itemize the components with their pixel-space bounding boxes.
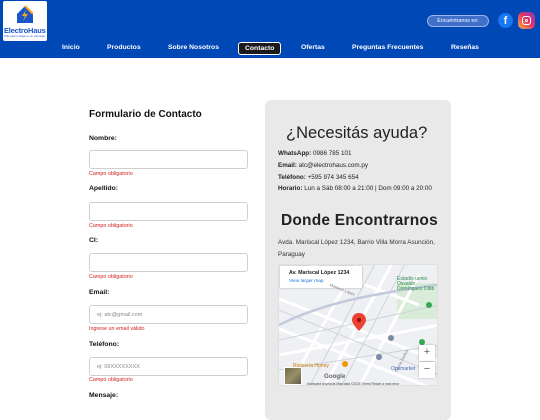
nombre-error: Campo obligatorio [89, 171, 133, 177]
zoom-out-button[interactable]: − [419, 362, 435, 378]
phone-number: +595 974 345 654 [307, 174, 359, 181]
map-place-card: Av. Mariscal López 1234 View larger map [280, 266, 362, 288]
telefono-error: Campo obligatorio [89, 377, 133, 383]
hours-info: Horario: Lun a Sáb 08:00 a 21:00 | Dom 0… [278, 185, 446, 193]
telefono-label: Teléfono: [89, 341, 120, 348]
whatsapp-label: WhatsApp: [278, 150, 312, 157]
nav-sobre-nosotros[interactable]: Sobre Nosotros [168, 44, 219, 51]
nav-contacto[interactable]: Contacto [238, 42, 282, 55]
email-address: atc@electrohaus.com.py [298, 162, 369, 169]
nombre-label: Nombre: [89, 135, 117, 142]
instagram-icon[interactable] [518, 12, 535, 29]
telefono-input[interactable] [89, 357, 248, 376]
help-title: ¿Necesitás ayuda? [286, 124, 428, 142]
ci-input[interactable] [89, 253, 248, 272]
social-label: Encuéntranos en: [427, 15, 489, 27]
electrohaus-logo[interactable]: ElectroHaus Todo para tu hogar en un sol… [3, 1, 47, 41]
map-footer: Keyboard shortcuts Map data ©2025 Terms … [307, 382, 400, 386]
google-logo: Google [324, 373, 346, 380]
form-title: Formulario de Contacto [89, 109, 202, 120]
zoom-in-button[interactable]: + [419, 345, 435, 361]
site-header: ElectroHaus Todo para tu hogar en un sol… [0, 0, 540, 58]
nav-inicio[interactable]: Inicio [62, 44, 80, 51]
map-satellite-toggle[interactable] [284, 367, 302, 385]
facebook-icon[interactable]: f [498, 13, 513, 28]
apellido-error: Campo obligatorio [89, 223, 133, 229]
email-input[interactable] [89, 305, 248, 324]
brand-name: ElectroHaus [4, 26, 46, 35]
apellido-input[interactable] [89, 202, 248, 221]
phone-info: Teléfono: +595 974 345 654 [278, 174, 446, 182]
email-label: Email: [89, 289, 110, 296]
nav-resenas[interactable]: Reseñas [451, 44, 479, 51]
house-logo-icon [17, 5, 34, 23]
nav-preguntas-frecuentes[interactable]: Preguntas Frecuentes [352, 44, 423, 51]
phone-info-label: Teléfono: [278, 174, 306, 181]
brand-tagline: Todo para tu hogar en un solo lugar [4, 35, 45, 38]
nav-ofertas[interactable]: Ofertas [301, 44, 325, 51]
apellido-label: Apellido: [89, 185, 119, 192]
view-larger-map-link[interactable]: View larger map [289, 279, 324, 284]
ci-label: CI: [89, 237, 99, 244]
map-poi-stadium: Estadio uenio Osvaldo Domínguez Dibb [397, 276, 435, 292]
mensaje-label: Mensaje: [89, 392, 119, 399]
location-address: Avda. Mariscal López 1234, Barrio Villa … [278, 239, 435, 258]
email-info: Email: atc@electrohaus.com.py [278, 162, 446, 170]
whatsapp-number: 0986 785 101 [312, 150, 352, 157]
hours-value: Lun a Sáb 08:00 a 21:00 | Dom 09:00 a 20… [304, 185, 432, 192]
nombre-input[interactable] [89, 150, 248, 169]
location-title: Donde Encontrarnos [281, 212, 438, 229]
map-place-title: Av. Mariscal López 1234 [289, 270, 350, 276]
ci-error: Campo obligatorio [89, 274, 133, 280]
email-info-label: Email: [278, 162, 297, 169]
hours-label: Horario: [278, 185, 303, 192]
nav-productos[interactable]: Productos [107, 44, 141, 51]
whatsapp-info: WhatsApp: 0986 785 101 [278, 150, 446, 158]
google-map[interactable]: Av. Mariscal López 1234 View larger map … [278, 264, 438, 386]
email-error: Ingrese un email válido [89, 326, 145, 332]
